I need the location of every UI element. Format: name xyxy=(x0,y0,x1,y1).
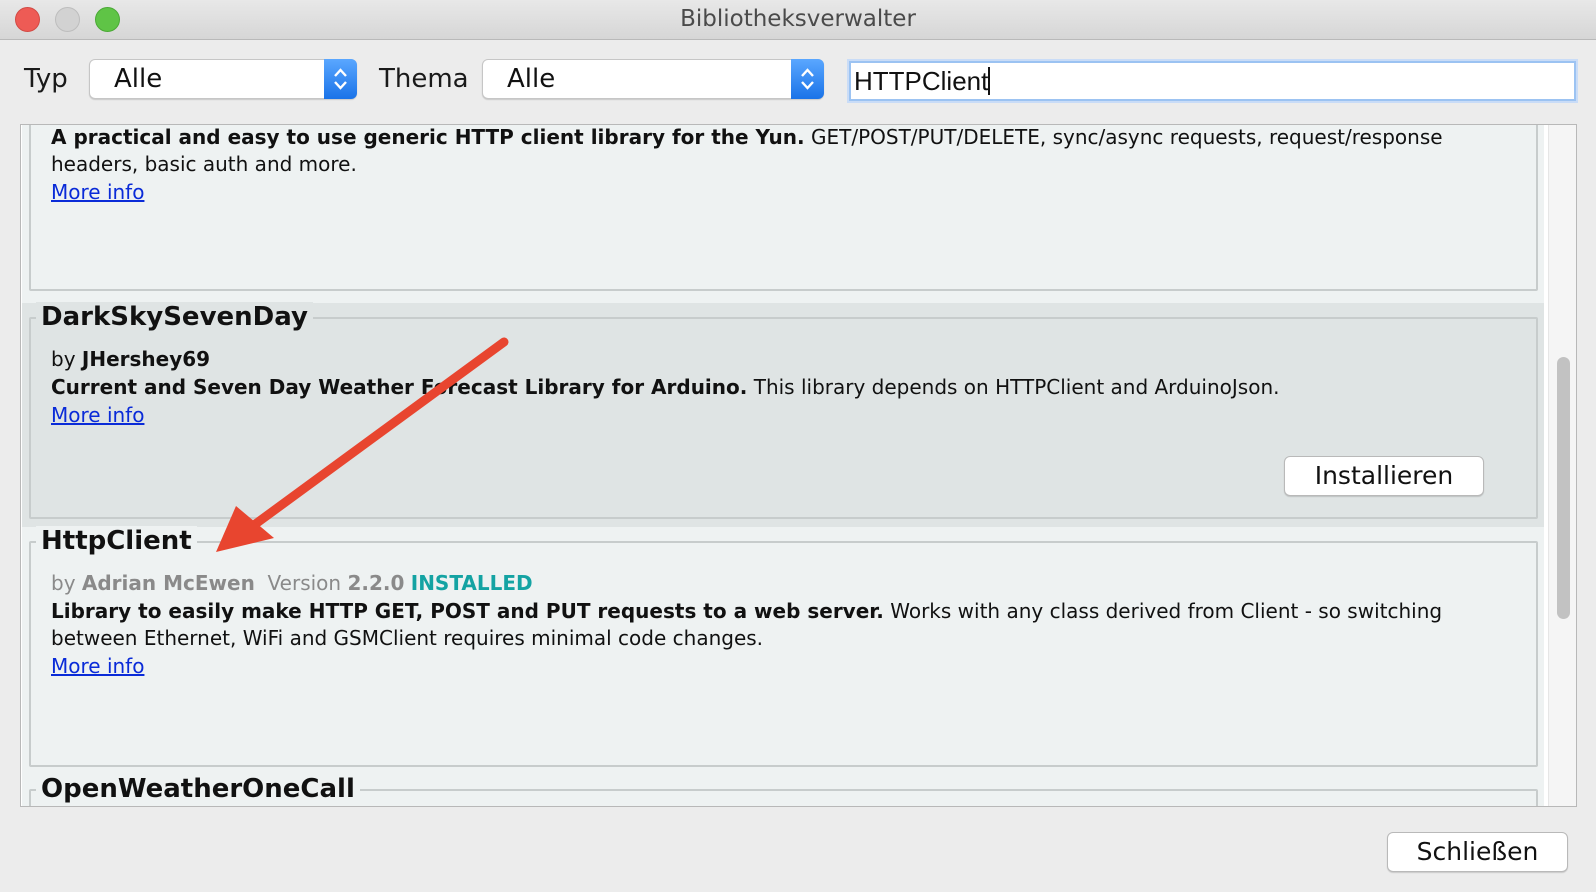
entry-description: A practical and easy to use generic HTTP… xyxy=(51,125,1443,149)
search-input-value: HTTPClient xyxy=(854,66,989,96)
entry-title: HttpClient xyxy=(36,526,197,556)
library-entry-openweatheronecall[interactable]: OpenWeatherOneCall xyxy=(22,774,1544,806)
close-button[interactable]: Schließen xyxy=(1387,832,1568,872)
chevron-updown-icon xyxy=(791,59,824,99)
type-select-value: Alle xyxy=(114,64,163,94)
more-info-link[interactable]: More info xyxy=(51,180,144,204)
entry-title: OpenWeatherOneCall xyxy=(36,774,360,804)
installed-badge: INSTALLED xyxy=(410,571,533,595)
type-label: Typ xyxy=(24,64,68,94)
topic-select[interactable]: Alle xyxy=(482,59,824,99)
library-entry[interactable]: A practical and easy to use generic HTTP… xyxy=(22,125,1544,303)
library-list[interactable]: A practical and easy to use generic HTTP… xyxy=(20,124,1577,807)
more-info-link[interactable]: More info xyxy=(51,403,144,427)
scrollbar-thumb[interactable] xyxy=(1557,357,1570,619)
library-entry-httpclient[interactable]: HttpClient by Adrian McEwen Version 2.2.… xyxy=(22,526,1544,775)
entry-author-version: by Adrian McEwen Version 2.2.0 INSTALLED xyxy=(51,571,533,595)
entry-title: DarkSkySevenDay xyxy=(36,302,313,332)
install-button[interactable]: Installieren xyxy=(1284,456,1484,496)
entry-description: Library to easily make HTTP GET, POST an… xyxy=(51,599,1443,623)
topic-label: Thema xyxy=(379,64,469,94)
title-bar: Bibliotheksverwalter xyxy=(0,0,1596,40)
vertical-scrollbar[interactable] xyxy=(1548,125,1576,806)
entry-description-line2: between Ethernet, WiFi and GSMClient req… xyxy=(51,626,764,650)
topic-select-value: Alle xyxy=(507,64,556,94)
window-title: Bibliotheksverwalter xyxy=(680,6,916,32)
entry-description: Current and Seven Day Weather Forecast L… xyxy=(51,375,1280,399)
entry-description-line2: headers, basic auth and more. xyxy=(51,152,357,176)
entry-frame xyxy=(29,125,1538,291)
chevron-updown-icon xyxy=(324,59,357,99)
text-caret xyxy=(988,67,991,95)
type-select[interactable]: Alle xyxy=(89,59,357,99)
entry-author: by JHershey69 xyxy=(51,347,211,371)
search-input[interactable]: HTTPClient xyxy=(849,61,1576,101)
more-info-link[interactable]: More info xyxy=(51,654,144,678)
